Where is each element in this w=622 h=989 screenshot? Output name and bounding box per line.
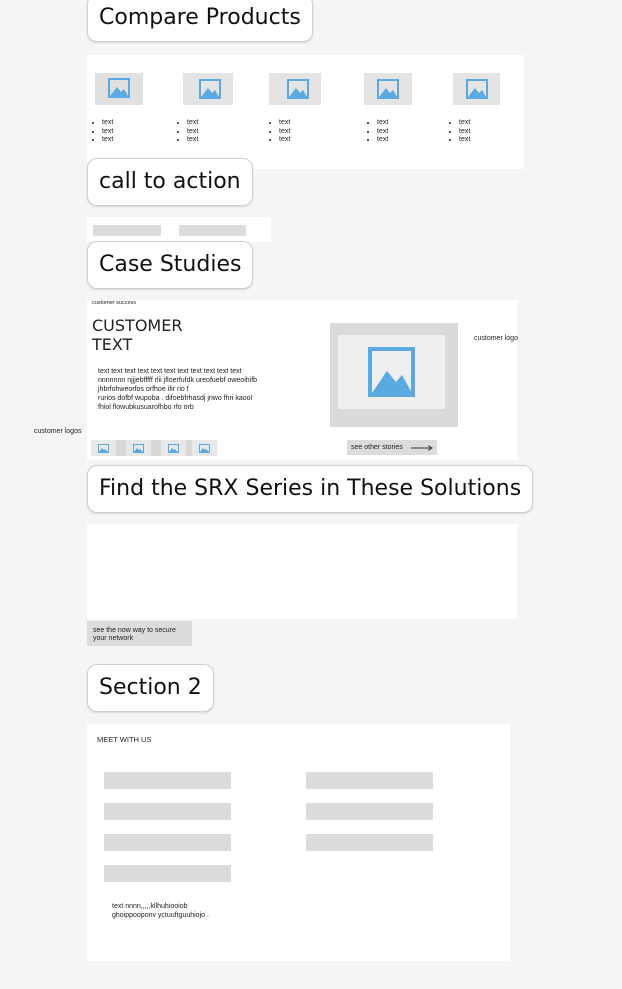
product-image-4 bbox=[364, 73, 412, 105]
case-body-line: fhiol flowubkusuarofhbo rfo orb bbox=[98, 404, 194, 411]
form-note-line2: ghoippooponv yctuuftguuhiojo . bbox=[112, 912, 209, 919]
logo-icon bbox=[98, 444, 109, 453]
cta-strip bbox=[87, 217, 271, 242]
image-icon bbox=[287, 79, 309, 99]
logo-divider bbox=[116, 440, 126, 456]
form-note: text nnnn,,,,,kllhuhiooiob ghoippooponv … bbox=[112, 902, 209, 920]
meet-with-us-panel: MEET WITH US text nnnn,,,,,kllhuhiooiob … bbox=[87, 724, 510, 961]
section-label-find-srx: Find the SRX Series in These Solutions bbox=[87, 465, 534, 513]
logo-divider bbox=[151, 440, 161, 456]
secure-network-cta-line2: your network bbox=[93, 635, 134, 642]
case-image bbox=[330, 323, 458, 427]
form-field[interactable] bbox=[104, 803, 231, 820]
case-title-line2: TEXT bbox=[92, 335, 133, 354]
section-label-section-2: Section 2 bbox=[87, 664, 214, 712]
form-field[interactable] bbox=[104, 834, 231, 851]
section-label-case-studies: Case Studies bbox=[87, 241, 254, 289]
logo-divider bbox=[186, 440, 192, 456]
secure-network-cta[interactable]: see the now way to secure your network bbox=[87, 621, 192, 646]
product-bullets-5: texttexttext bbox=[446, 119, 470, 145]
case-body-line: jhbrfohweorfos orfhoe ifir rio f bbox=[98, 386, 189, 393]
compare-products-panel: texttexttext texttexttext texttexttext t… bbox=[87, 55, 524, 169]
image-icon bbox=[108, 78, 130, 98]
image-icon bbox=[377, 79, 399, 99]
solutions-panel bbox=[87, 524, 517, 619]
form-field[interactable] bbox=[306, 834, 433, 851]
product-image-3 bbox=[269, 73, 321, 105]
image-icon bbox=[199, 79, 221, 99]
case-image-frame bbox=[338, 335, 445, 409]
secure-network-cta-line1: see the now way to secure bbox=[93, 627, 176, 634]
form-note-line1: text nnnn,,,,,kllhuhiooiob bbox=[112, 903, 188, 910]
see-other-stories-button[interactable]: see other stories bbox=[347, 440, 437, 455]
product-image-1 bbox=[95, 73, 143, 105]
customer-logos-annotation: customer logos bbox=[34, 428, 82, 435]
product-bullets-4: texttexttext bbox=[364, 119, 388, 145]
logo-icon bbox=[133, 444, 144, 453]
logo-icon bbox=[199, 444, 210, 453]
product-image-2 bbox=[183, 73, 233, 105]
section-label-call-to-action: call to action bbox=[87, 158, 253, 206]
product-bullets-2: texttexttext bbox=[174, 119, 198, 145]
customer-logos-strip bbox=[91, 440, 217, 456]
section-label-compare-products: Compare Products bbox=[87, 0, 313, 42]
form-field[interactable] bbox=[104, 865, 231, 882]
cta-button-primary[interactable] bbox=[93, 225, 161, 236]
product-bullets-1: texttexttext bbox=[89, 119, 113, 145]
image-icon bbox=[466, 79, 488, 99]
meet-with-us-heading: MEET WITH US bbox=[97, 735, 152, 744]
logo-icon bbox=[168, 444, 179, 453]
case-body-line: text text text text text text text text … bbox=[98, 368, 242, 375]
customer-logo-annotation: customer logo bbox=[474, 335, 518, 342]
case-body-line: nnnnnnn njjjebfffff rlii jfloerfufdk ure… bbox=[98, 377, 258, 384]
form-field[interactable] bbox=[104, 772, 231, 789]
cta-button-secondary[interactable] bbox=[179, 225, 246, 236]
case-body: text text text text text text text text … bbox=[98, 367, 257, 412]
form-field[interactable] bbox=[306, 803, 433, 820]
see-other-stories-label: see other stories bbox=[351, 444, 403, 451]
product-bullets-3: texttexttext bbox=[266, 119, 290, 145]
form-field[interactable] bbox=[306, 772, 433, 789]
case-eyebrow: customer success bbox=[92, 300, 137, 306]
case-study-panel: customer success CUSTOMER TEXT text text… bbox=[87, 300, 517, 460]
case-body-line: rurios dofbf wupoba . difoebfrhasdj jriw… bbox=[98, 395, 253, 402]
product-image-5 bbox=[453, 73, 500, 105]
image-icon bbox=[368, 347, 415, 397]
arrow-right-icon bbox=[411, 445, 433, 451]
case-title-line1: CUSTOMER bbox=[92, 316, 183, 335]
